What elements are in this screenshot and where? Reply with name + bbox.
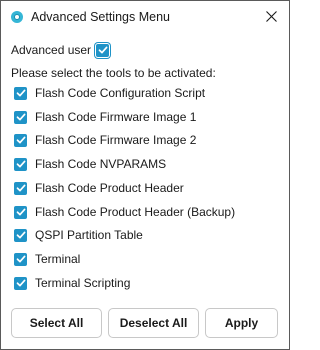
tool-label: Flash Code Product Header (35, 181, 184, 195)
deselect-all-button[interactable]: Deselect All (108, 308, 199, 338)
tool-label: Flash Code Firmware Image 2 (35, 133, 197, 147)
advanced-user-label: Advanced user (11, 43, 92, 57)
tool-item[interactable]: Terminal (14, 249, 80, 269)
tool-item[interactable]: Flash Code NVPARAMS (14, 154, 166, 174)
close-icon (265, 11, 277, 22)
checkmark-icon (16, 184, 25, 192)
instruction-text: Please select the tools to be activated: (11, 66, 216, 80)
checkmark-icon (16, 231, 25, 239)
close-button[interactable] (253, 1, 289, 32)
checkmark-icon (16, 113, 25, 121)
tool-item[interactable]: QSPI Partition Table (14, 225, 143, 245)
tool-checkbox[interactable] (14, 86, 27, 100)
window-title: Advanced Settings Menu (31, 10, 170, 24)
apply-button[interactable]: Apply (205, 308, 278, 338)
tool-checkbox[interactable] (14, 228, 27, 242)
tool-item[interactable]: Flash Code Configuration Script (14, 83, 205, 103)
tool-label: Flash Code Firmware Image 1 (35, 110, 197, 124)
tool-checkbox[interactable] (14, 110, 27, 124)
checkmark-icon (16, 89, 25, 97)
checkmark-icon (16, 279, 25, 287)
tool-label: Flash Code Configuration Script (35, 86, 206, 100)
advanced-settings-window: Advanced Settings Menu Advanced user Ple… (0, 0, 290, 350)
select-all-button[interactable]: Select All (11, 308, 102, 338)
checkmark-icon (98, 46, 108, 54)
checkmark-icon (16, 208, 25, 216)
tool-item[interactable]: Flash Code Product Header (14, 178, 184, 198)
checkmark-icon (16, 255, 25, 263)
tool-checkbox[interactable] (14, 157, 27, 171)
tool-label: Flash Code NVPARAMS (35, 157, 167, 171)
checkmark-icon (16, 160, 25, 168)
tool-label: Flash Code Product Header (Backup) (35, 205, 236, 219)
tool-checkbox[interactable] (14, 133, 27, 147)
tool-checkbox[interactable] (14, 252, 27, 266)
advanced-user-row: Advanced user (11, 40, 110, 60)
tool-item[interactable]: Flash Code Product Header (Backup) (14, 202, 235, 222)
advanced-user-checkbox[interactable] (96, 43, 110, 57)
title-bar: Advanced Settings Menu (1, 1, 289, 32)
tool-label: Terminal (35, 252, 81, 266)
tool-checkbox[interactable] (14, 181, 27, 195)
app-icon (11, 11, 23, 23)
tool-item[interactable]: Flash Code Firmware Image 1 (14, 107, 196, 127)
tool-label: Terminal Scripting (35, 276, 131, 290)
tool-item[interactable]: Terminal Scripting (14, 273, 130, 293)
tool-item[interactable]: Flash Code Firmware Image 2 (14, 130, 196, 150)
tool-label: QSPI Partition Table (35, 228, 143, 242)
instruction-row: Please select the tools to be activated: (11, 63, 216, 83)
tool-checkbox[interactable] (14, 276, 27, 290)
checkmark-icon (16, 136, 25, 144)
tool-checkbox[interactable] (14, 205, 27, 219)
